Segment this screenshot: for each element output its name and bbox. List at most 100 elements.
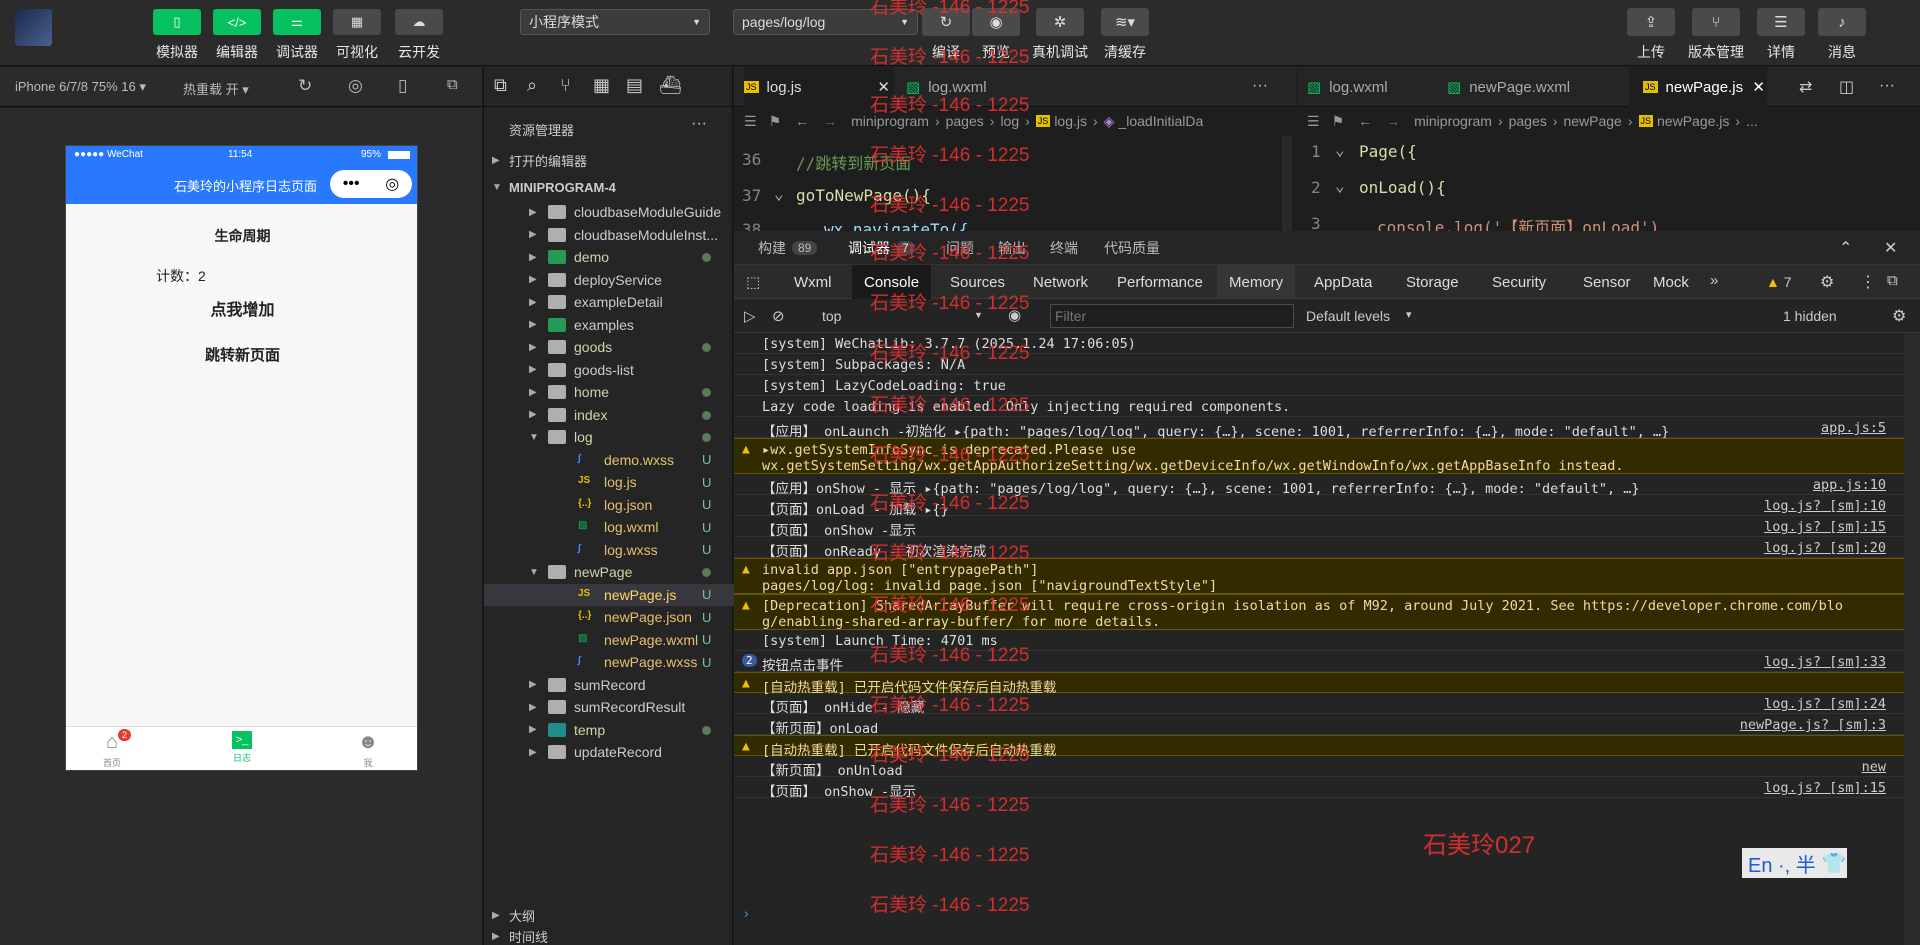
inspect-icon[interactable]: ⬚ [746, 273, 760, 291]
debugger-toggle-button[interactable]: ⚌ [273, 9, 321, 35]
dock-icon[interactable]: ⧉ [1887, 272, 1898, 289]
panel-performance[interactable]: Performance [1105, 265, 1215, 299]
tree-item[interactable]: ∫ demo.wxss U [484, 449, 734, 471]
tree-item[interactable]: ∫ newPage.wxss U [484, 651, 734, 673]
ime-indicator[interactable]: En ·, 半 👕 [1742, 848, 1847, 878]
kebab-icon[interactable]: ⋮ [1860, 272, 1876, 292]
back-icon[interactable]: ← [1358, 113, 1372, 129]
tree-item[interactable]: ▶ sumRecord [484, 674, 734, 696]
jump-button[interactable]: 跳转新页面 [66, 344, 417, 365]
windows-icon[interactable]: ⧉ [447, 76, 458, 93]
log-source-link[interactable]: app.js:5 [1821, 420, 1886, 436]
tree-item[interactable]: ▼ log [484, 426, 734, 448]
messages-button[interactable]: ♪ [1818, 8, 1866, 36]
close-icon[interactable]: ✕ [1884, 238, 1897, 258]
timeline-section[interactable]: ▶ 时间线 [484, 927, 734, 945]
log-source-link[interactable]: log.js? [sm]:24 [1764, 696, 1886, 712]
tab-terminal[interactable]: 终端 [1050, 231, 1078, 265]
tree-item[interactable]: ▼ newPage [484, 561, 734, 583]
tree-item[interactable]: ▶ demo [484, 246, 734, 268]
project-section[interactable]: ▼ MINIPROGRAM-4 [484, 174, 734, 201]
more-icon[interactable]: ··· [691, 115, 707, 133]
panel-storage[interactable]: Storage [1394, 265, 1471, 299]
tab-home[interactable]: ⌂ 首页 2 [94, 729, 132, 769]
tree-item[interactable]: ▶ deployService [484, 269, 734, 291]
gear-icon[interactable]: ⚙ [1820, 272, 1834, 292]
tree-item[interactable]: ▶ cloudbaseModuleInst... [484, 224, 734, 246]
phone-icon[interactable]: ▯ [398, 76, 407, 96]
console-log-row[interactable]: 【页面】 onShow -显示 log.js? [sm]:15 [734, 516, 1920, 539]
more-icon[interactable]: ··· [1252, 77, 1268, 95]
search-icon[interactable]: ⌕ [527, 75, 537, 96]
device-select[interactable]: iPhone 6/7/8 75% 16 ▾ [15, 79, 146, 95]
forward-icon[interactable]: → [823, 113, 837, 129]
panel-memory[interactable]: Memory [1217, 265, 1296, 299]
panel-network[interactable]: Network [1021, 265, 1100, 299]
console-log-row[interactable]: 【新页面】onLoad newPage.js? [sm]:3 [734, 714, 1920, 737]
tree-item[interactable]: {..} newPage.json U [484, 606, 734, 628]
log-source-link[interactable]: log.js? [sm]:33 [1764, 654, 1886, 670]
list-icon[interactable]: ☰ [744, 113, 757, 130]
tree-item[interactable]: ▶ goods-list [484, 359, 734, 381]
log-source-link[interactable]: new [1862, 759, 1886, 775]
details-button[interactable]: ☰ [1757, 8, 1805, 36]
tab-me[interactable]: ☻ 我 [350, 731, 386, 769]
tree-item[interactable]: JS newPage.js U [484, 583, 734, 606]
tree-item[interactable]: ▶ home [484, 381, 734, 403]
visual-button[interactable]: ▦ [333, 9, 381, 35]
collapse-icon[interactable]: ⌃ [1839, 238, 1852, 258]
list-icon[interactable]: ☰ [1307, 113, 1320, 130]
filter-input[interactable] [1050, 304, 1294, 328]
tree-item[interactable]: {..} log.json U [484, 494, 734, 516]
mode-select[interactable]: 小程序模式 ▼ [520, 9, 710, 35]
scrollbar[interactable] [1904, 333, 1920, 945]
bookmark-icon[interactable]: ⚑ [1332, 113, 1345, 130]
tree-item[interactable]: ▶ sumRecordResult [484, 696, 734, 718]
compare-icon[interactable]: ⇄ [1799, 77, 1812, 97]
cloud-dev-button[interactable]: ☁ [395, 9, 443, 35]
context-select[interactable]: top [822, 308, 841, 324]
storage-icon[interactable]: ▤ [626, 75, 643, 96]
extensions-icon[interactable]: ▦ [593, 75, 610, 96]
tree-item[interactable]: ▧ log.wxml U [484, 516, 734, 538]
levels-select[interactable]: Default levels [1306, 308, 1390, 324]
hot-reload-select[interactable]: 热重载 开 ▾ [183, 79, 249, 98]
tree-item[interactable]: ▶ temp [484, 719, 734, 741]
real-device-debug-button[interactable]: ✲ [1036, 8, 1084, 36]
stop-icon[interactable]: ◎ [348, 76, 363, 96]
panel-sensor[interactable]: Sensor [1571, 265, 1643, 299]
split-icon[interactable]: ◫ [1839, 77, 1854, 97]
sidebar-icon[interactable]: ▷ [744, 307, 756, 325]
tree-item[interactable]: ∫ log.wxss U [484, 539, 734, 561]
log-source-link[interactable]: newPage.js? [sm]:3 [1740, 717, 1886, 733]
chevron-down-icon[interactable]: ⌄ [774, 184, 784, 203]
git-icon[interactable]: ⑂ [560, 75, 571, 96]
chevron-down-icon[interactable]: ⌄ [1335, 176, 1345, 195]
version-button[interactable]: ⑂ [1692, 8, 1740, 36]
tab-log-wxml-2[interactable]: ▧ log.wxml [1307, 67, 1437, 107]
tab-code-quality[interactable]: 代码质量 [1104, 231, 1160, 265]
upload-button[interactable]: ⇪ [1627, 8, 1675, 36]
bookmark-icon[interactable]: ⚑ [769, 113, 782, 130]
editor-toggle-button[interactable]: </> [213, 9, 261, 35]
add-button[interactable]: 点我增加 [66, 296, 417, 320]
tree-item[interactable]: ▧ newPage.wxml U [484, 629, 734, 651]
capsule-button[interactable]: ••• ◎ [330, 170, 412, 198]
tab-newpage-js[interactable]: JS newPage.js ✕ [1629, 67, 1767, 107]
simulator-toggle-button[interactable]: ▯ [153, 9, 201, 35]
tab-build[interactable]: 构建 89 [758, 231, 818, 265]
gear-icon[interactable]: ⚙ [1892, 306, 1906, 326]
tree-item[interactable]: ▶ index [484, 404, 734, 426]
open-editors-section[interactable]: ▶ 打开的编辑器 [484, 147, 734, 174]
more-panels-icon[interactable]: » [1710, 272, 1718, 289]
more-icon[interactable]: ··· [1879, 77, 1895, 95]
clear-console-icon[interactable]: ⊘ [772, 307, 785, 325]
log-source-link[interactable]: log.js? [sm]:15 [1764, 519, 1886, 535]
clear-cache-button[interactable]: ≋▾ [1101, 8, 1149, 36]
warning-count[interactable]: ▲ 7 [1766, 274, 1792, 290]
console-log-row[interactable]: 【应用】 onLaunch -初始化 ▸{path: "pages/log/lo… [734, 417, 1920, 440]
back-icon[interactable]: ← [795, 113, 809, 129]
avatar[interactable] [15, 9, 52, 46]
outline-section[interactable]: ▶ 大纲 [484, 902, 734, 929]
panel-mock[interactable]: Mock [1641, 265, 1701, 299]
